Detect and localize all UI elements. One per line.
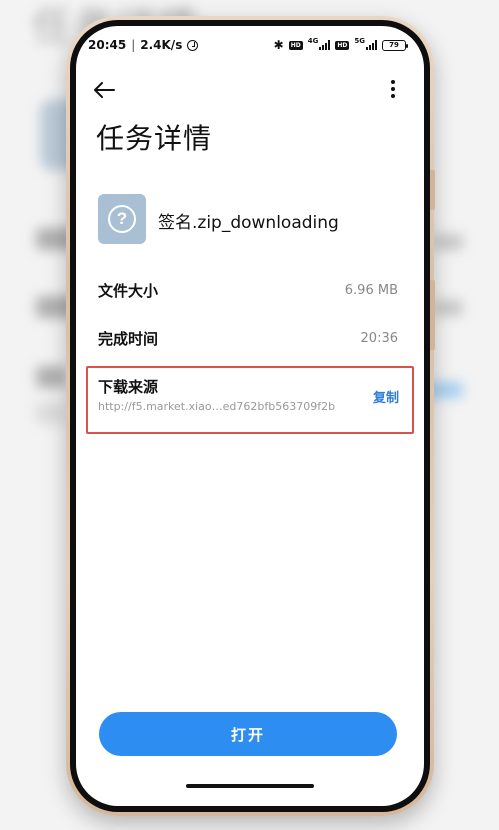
- blurred-value: [433, 300, 463, 316]
- sim2-network-label: 5G: [354, 36, 365, 45]
- battery-icon: 79: [382, 39, 408, 51]
- open-button[interactable]: 打开: [99, 712, 397, 756]
- arrow-left-icon[interactable]: [92, 80, 116, 100]
- bluetooth-icon: ✱: [273, 38, 284, 52]
- file-size-label: 文件大小: [98, 281, 159, 300]
- blurred-value: [433, 234, 463, 250]
- copy-button[interactable]: 复制: [373, 387, 399, 406]
- question-icon: ?: [108, 205, 136, 233]
- status-separator: |: [131, 38, 136, 52]
- status-right: ✱ HD 4G HD 5G 79: [273, 36, 408, 52]
- file-icon: ?: [98, 194, 146, 244]
- status-time: 20:45: [88, 38, 127, 52]
- download-source-label: 下载来源: [98, 378, 159, 396]
- completion-time-value: 20:36: [360, 330, 398, 346]
- file-name: 签名.zip_downloading: [158, 213, 339, 233]
- signal-icon: [366, 40, 377, 50]
- completion-time-row: 完成时间 20:36: [98, 326, 398, 350]
- blurred-row: [36, 402, 66, 424]
- blurred-row: [36, 366, 66, 388]
- alarm-icon: [187, 39, 199, 51]
- net-speed: 2.4K/s: [140, 38, 183, 52]
- stage: 任务详情 20:45 | 2.4K/s ✱ HD 4G HD: [0, 0, 499, 830]
- status-bar: 20:45 | 2.4K/s ✱ HD 4G HD 5G 79: [76, 26, 424, 64]
- sim1-network-label: 4G: [307, 36, 319, 45]
- completion-time-label: 完成时间: [98, 329, 159, 348]
- download-source-url: http://f5.market.xiao…ed762bfb563709f2b: [98, 400, 336, 413]
- signal-icon: [319, 40, 331, 50]
- page-title: 任务详情: [96, 122, 213, 155]
- hd-icon: HD: [335, 40, 350, 50]
- phone-screen: 20:45 | 2.4K/s ✱ HD 4G HD 5G 79 任务详情 ? 签…: [76, 26, 424, 806]
- file-size-row: 文件大小 6.96 MB: [98, 278, 398, 302]
- hd-icon: HD: [288, 40, 303, 50]
- status-left: 20:45 | 2.4K/s: [88, 38, 199, 52]
- home-indicator[interactable]: [186, 784, 314, 788]
- more-vertical-icon[interactable]: [390, 80, 396, 98]
- file-size-value: 6.96 MB: [344, 282, 398, 298]
